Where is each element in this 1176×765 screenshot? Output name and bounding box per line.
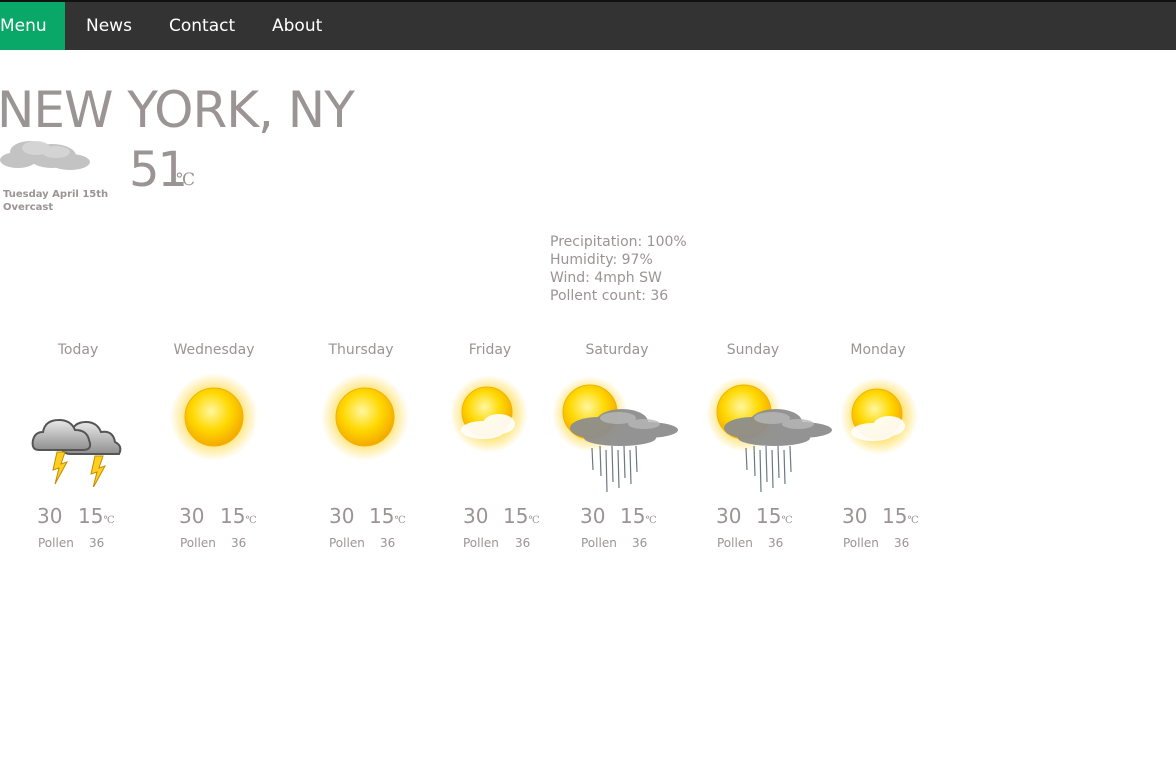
nav-item-about[interactable]: About [272, 2, 322, 50]
forecast-day: Monday 30 15℃ Pollen 36 [813, 340, 943, 560]
current-condition: Overcast [3, 202, 54, 213]
forecast-low-temp: 15℃ [882, 504, 919, 528]
pollen-label: Pollen [329, 536, 365, 550]
forecast-low-temp: 15℃ [756, 504, 793, 528]
forecast-day: Saturday 30 15℃ Pollen 36 [552, 340, 682, 560]
top-navbar: Menu News Contact About [0, 0, 1176, 50]
nav-item-contact[interactable]: Contact [169, 2, 235, 50]
day-name: Monday [850, 342, 906, 358]
forecast-low-temp: 15℃ [620, 504, 657, 528]
sun-rain-icon [548, 372, 688, 506]
weather-details: Precipitation: 100% Humidity: 97% Wind: … [550, 233, 687, 305]
forecast-high-temp: 30 [463, 504, 489, 528]
forecast-day: Today 30 15℃ Pollen 36 [13, 340, 143, 560]
pollen-count-text: Pollent count: 36 [550, 288, 669, 304]
pollen-label: Pollen [38, 536, 74, 550]
pollen-label: Pollen [180, 536, 216, 550]
pollen-label: Pollen [843, 536, 879, 550]
forecast-low-temp: 15℃ [369, 504, 406, 528]
pollen-value: 36 [380, 536, 396, 550]
forecast-high-temp: 30 [580, 504, 606, 528]
pollen-value: 36 [894, 536, 910, 550]
day-name: Friday [468, 342, 512, 358]
current-temperature-unit: ℃ [176, 170, 196, 190]
nav-menu-button[interactable]: Menu [0, 2, 65, 50]
partly-sunny-icon [449, 374, 529, 463]
sun-icon [169, 372, 259, 466]
wind-text: Wind: 4mph SW [550, 270, 662, 286]
pollen-label: Pollen [581, 536, 617, 550]
sun-icon [320, 372, 410, 466]
pollen-label: Pollen [463, 536, 499, 550]
forecast-low-temp: 15℃ [220, 504, 257, 528]
pollen-value: 36 [515, 536, 531, 550]
thunderstorm-icon [31, 392, 126, 491]
partly-sunny-icon [839, 376, 919, 465]
nav-item-news[interactable]: News [86, 2, 132, 50]
humidity-text: Humidity: 97% [550, 252, 653, 268]
day-name: Thursday [328, 342, 394, 358]
pollen-value: 36 [632, 536, 648, 550]
forecast-high-temp: 30 [716, 504, 742, 528]
pollen-value: 36 [231, 536, 247, 550]
forecast-high-temp: 30 [37, 504, 63, 528]
day-name: Today [57, 342, 99, 358]
day-name: Saturday [585, 342, 649, 358]
pollen-value: 36 [768, 536, 784, 550]
forecast-day: Sunday 30 15℃ Pollen 36 [688, 340, 832, 560]
forecast-low-temp: 15℃ [503, 504, 540, 528]
pollen-value: 36 [89, 536, 105, 550]
forecast-day: Wednesday 30 15℃ Pollen 36 [149, 340, 279, 560]
forecast-low-temp: 15℃ [78, 504, 115, 528]
forecast-high-temp: 30 [842, 504, 868, 528]
forecast-high-temp: 30 [179, 504, 205, 528]
precipitation-text: Precipitation: 100% [550, 234, 687, 250]
forecast-day: Friday 30 15℃ Pollen 36 [425, 340, 555, 560]
day-name: Wednesday [173, 342, 255, 358]
current-date: Tuesday April 15th [3, 189, 109, 200]
pollen-label: Pollen [717, 536, 753, 550]
forecast-day: Thursday 30 15℃ Pollen 36 [296, 340, 426, 560]
overcast-cloud-icon [0, 132, 95, 186]
day-name: Sunday [726, 342, 780, 358]
city-title: NEW YORK, NY [0, 81, 355, 139]
forecast-high-temp: 30 [329, 504, 355, 528]
